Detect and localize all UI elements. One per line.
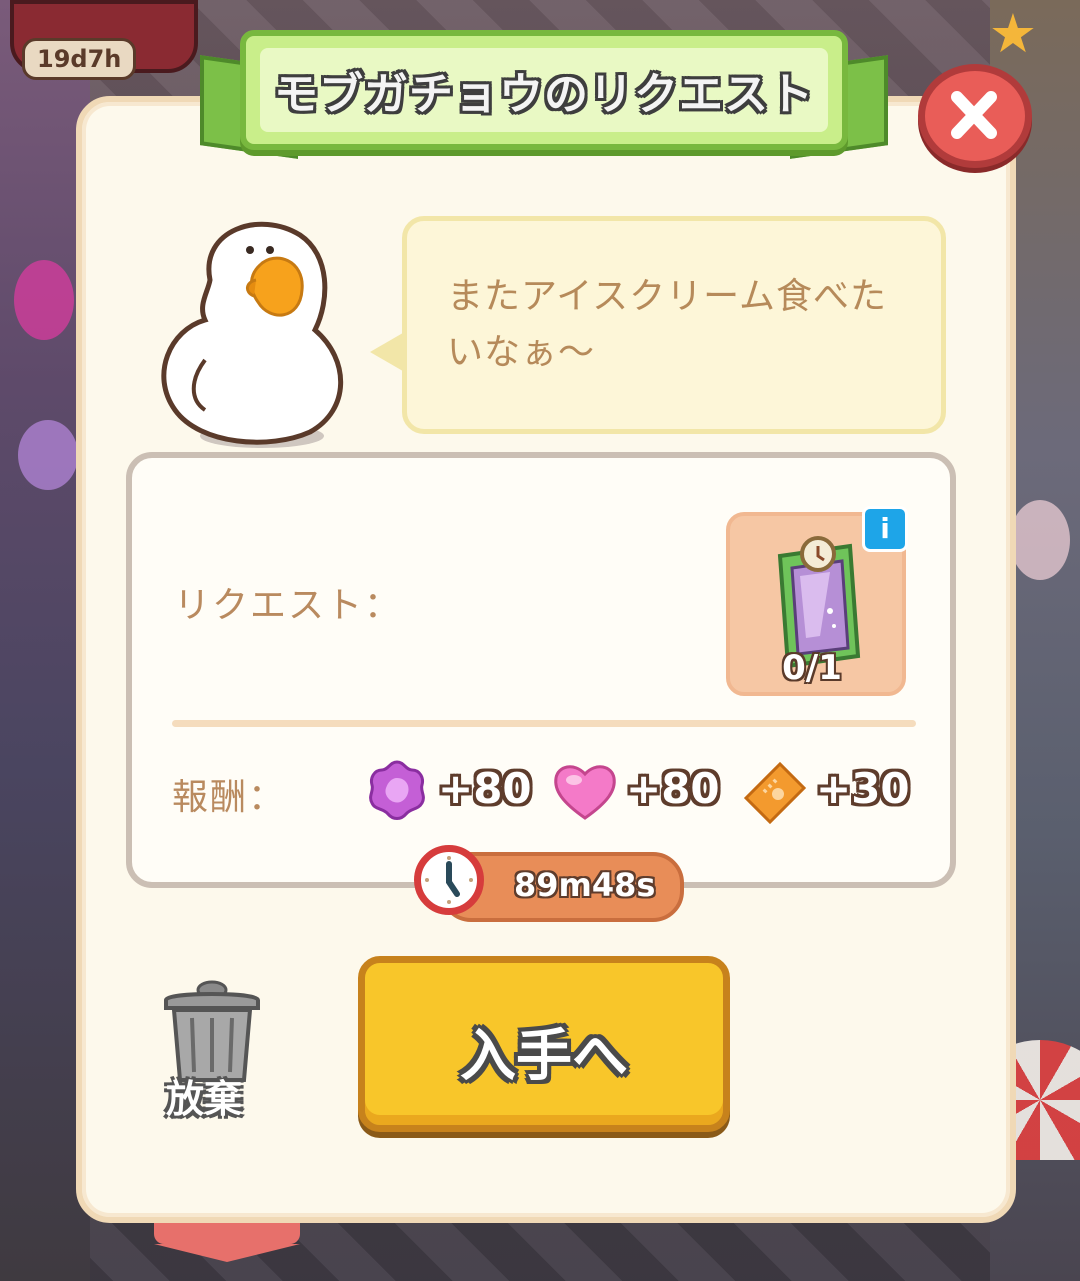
obtain-button[interactable]: 入手へ — [358, 956, 730, 1132]
reward-label: 報酬： — [172, 777, 287, 818]
reward-ticket: +30 — [740, 758, 910, 828]
close-icon — [951, 91, 997, 139]
reward-gem: +80 — [364, 758, 534, 828]
shop-decoration — [1010, 500, 1070, 580]
panel-divider — [172, 720, 916, 727]
event-timer-badge: 19d7h — [22, 38, 137, 80]
purple-flower-gem-icon — [369, 760, 425, 820]
shop-decoration — [14, 260, 74, 340]
speech-text: またアイスクリーム食べたいなぁ～ — [447, 276, 888, 373]
shop-decoration — [18, 420, 78, 490]
reward-amount: +80 — [438, 764, 532, 813]
reward-amount: +30 — [816, 764, 910, 813]
info-icon[interactable]: i — [862, 506, 908, 552]
request-label: リクエスト： — [174, 585, 403, 626]
clock-icon — [414, 845, 484, 915]
discard-label: 放棄 — [166, 1077, 243, 1121]
title-ribbon: モブガチョウのリクエスト — [240, 30, 848, 150]
orange-ticket-icon — [743, 761, 807, 824]
reward-amount: +80 — [626, 764, 720, 813]
request-item-count: 0/1 — [782, 648, 842, 688]
request-panel: リクエスト： i 0/1 報酬： +80 +80 +30 — [126, 452, 956, 888]
pink-heart-icon — [554, 765, 616, 820]
speech-bubble: またアイスクリーム食べたいなぁ～ — [402, 216, 946, 434]
goose-character — [161, 221, 344, 448]
obtain-label: 入手へ — [460, 1024, 628, 1089]
star-icon[interactable]: ★ — [985, 6, 1041, 62]
reward-heart: +80 — [552, 758, 722, 828]
close-button[interactable] — [918, 64, 1032, 168]
timer-text: 89m48s — [514, 866, 656, 904]
dialog-title: モブガチョウのリクエスト — [274, 69, 814, 120]
